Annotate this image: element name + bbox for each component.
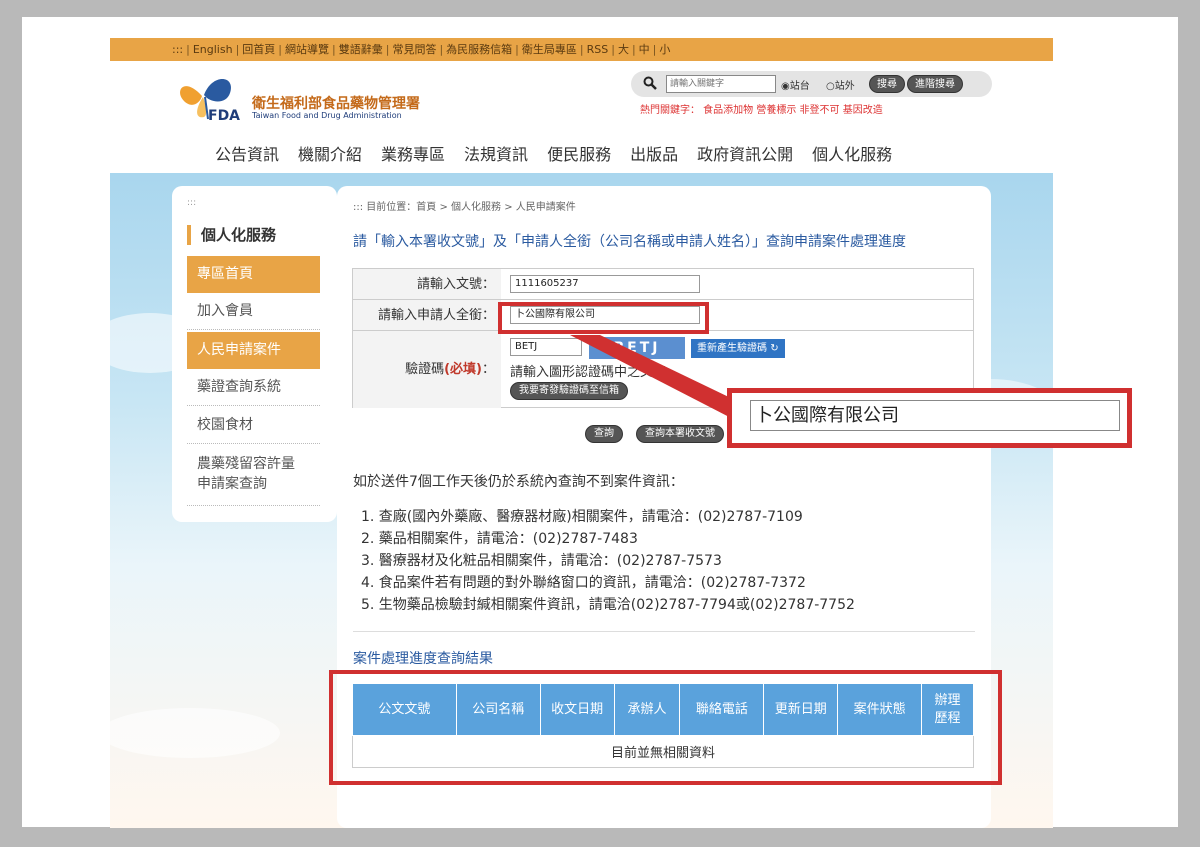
zoomed-applicant-input: 卜公國際有限公司 [750,400,1120,431]
zoom-callout: 卜公國際有限公司 [727,388,1132,448]
